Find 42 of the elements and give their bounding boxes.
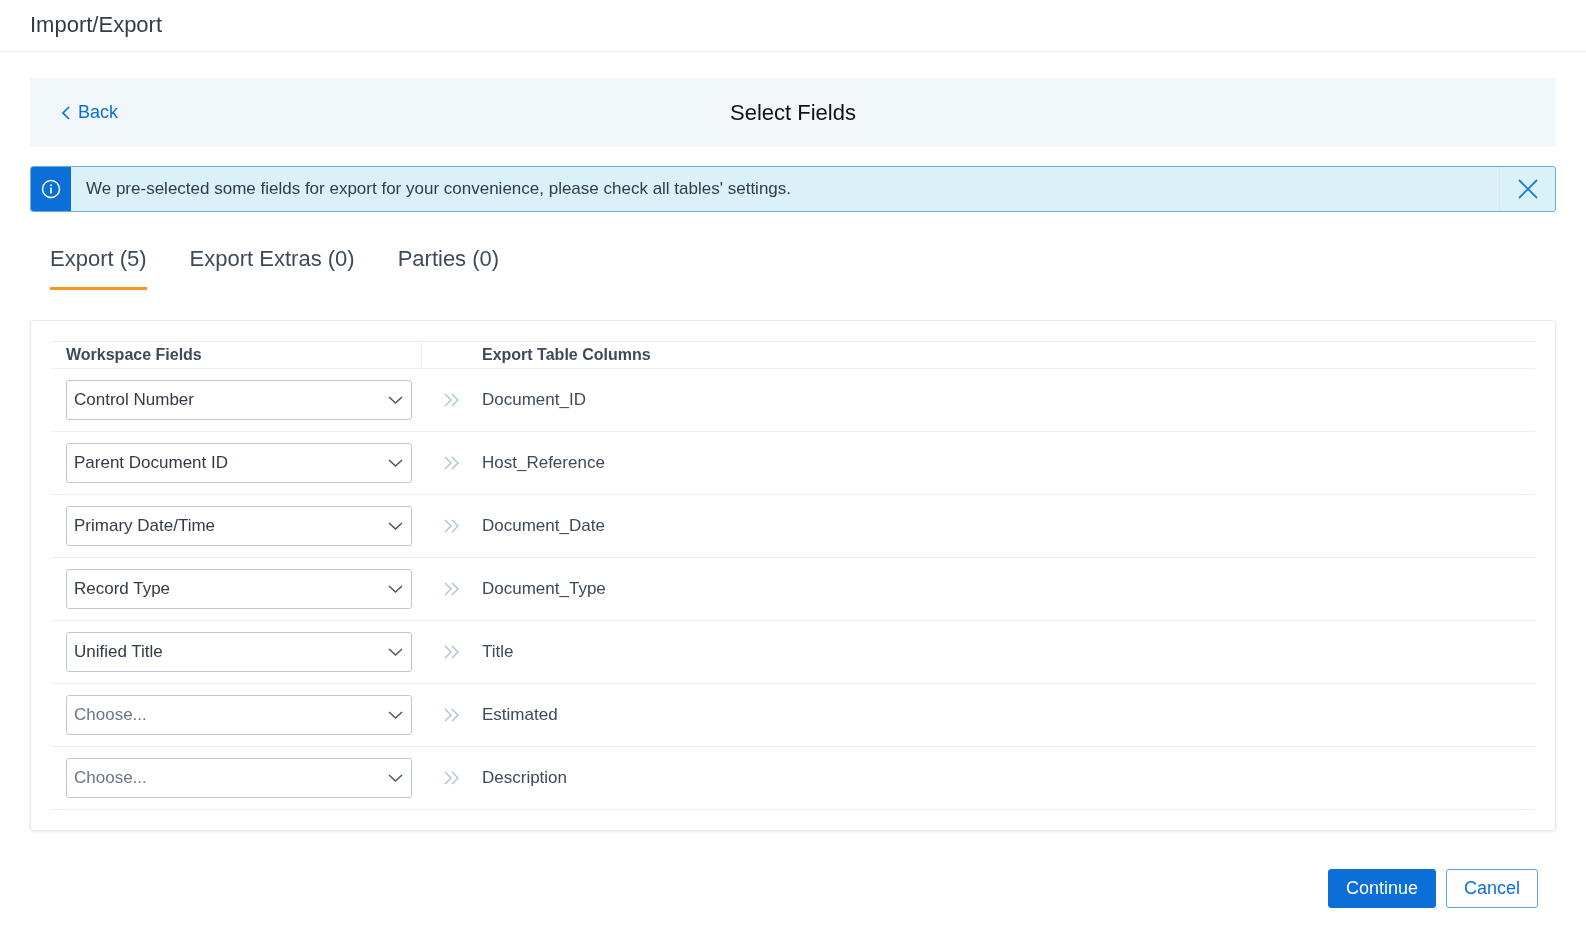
field-dropdown[interactable]: Primary Date/Time bbox=[66, 506, 412, 546]
double-chevron-icon bbox=[444, 519, 460, 533]
window-title: Import/Export bbox=[30, 12, 163, 39]
double-chevron-icon bbox=[444, 708, 460, 722]
column-name: Document_Type bbox=[482, 579, 606, 599]
info-icon bbox=[41, 179, 61, 199]
column-name: Description bbox=[482, 768, 568, 788]
double-chevron-icon bbox=[444, 582, 460, 596]
chevron-down-icon bbox=[388, 774, 403, 782]
column-name: Estimated bbox=[482, 705, 558, 725]
double-chevron-icon bbox=[444, 393, 460, 407]
double-chevron-icon bbox=[444, 771, 460, 785]
tab[interactable]: Export (5) bbox=[50, 242, 147, 290]
field-dropdown[interactable]: Choose... bbox=[66, 758, 412, 798]
tab[interactable]: Export Extras (0) bbox=[189, 242, 355, 290]
column-name: Document_ID bbox=[482, 390, 586, 410]
chevron-down-icon bbox=[388, 711, 403, 719]
field-dropdown[interactable]: Choose... bbox=[66, 695, 412, 735]
page-title: Select Fields bbox=[730, 100, 856, 125]
field-dropdown[interactable]: Control Number bbox=[66, 380, 412, 420]
chevron-down-icon bbox=[388, 459, 403, 467]
alert-message: We pre-selected some fields for export for your convenience, please check all tables' settings. bbox=[86, 178, 791, 201]
close-icon bbox=[1517, 179, 1538, 199]
field-dropdown[interactable]: Parent Document ID bbox=[66, 443, 412, 483]
chevron-down-icon bbox=[388, 648, 403, 656]
back-link[interactable]: Back bbox=[62, 99, 119, 126]
chevron-down-icon bbox=[388, 396, 403, 404]
continue-button[interactable]: Continue bbox=[1328, 869, 1436, 908]
double-chevron-icon bbox=[444, 456, 460, 470]
column-name: Host_Reference bbox=[482, 453, 605, 473]
chevron-down-icon bbox=[388, 522, 403, 530]
column-name: Document_Date bbox=[482, 516, 605, 536]
column-header: Export Table Columns bbox=[482, 346, 651, 363]
cancel-button[interactable]: Cancel bbox=[1446, 869, 1538, 908]
field-dropdown[interactable]: Record Type bbox=[66, 569, 412, 609]
tab[interactable]: Parties (0) bbox=[397, 242, 500, 290]
field-dropdown[interactable]: Unified Title bbox=[66, 632, 412, 672]
column-header: Workspace Fields bbox=[66, 346, 202, 363]
chevron-left-icon bbox=[62, 105, 70, 120]
chevron-down-icon bbox=[388, 585, 403, 593]
column-name: Title bbox=[482, 642, 514, 662]
double-chevron-icon bbox=[444, 645, 460, 659]
